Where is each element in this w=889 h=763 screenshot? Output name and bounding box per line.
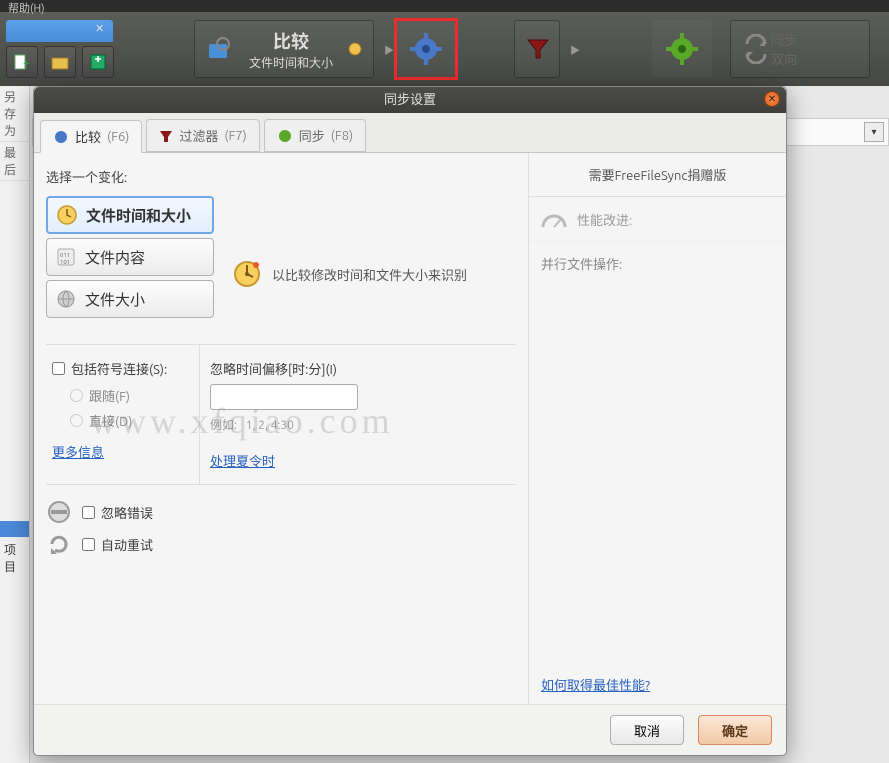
path-dropdown-icon[interactable]: ▾ [864,122,884,142]
clock-large-icon [232,259,262,289]
ignore-errors-checkbox[interactable]: 忽略错误 [82,503,153,522]
clock-small-icon [347,41,363,57]
auto-retry-input[interactable] [82,538,95,551]
gear-blue-icon [409,32,443,66]
dialog-title-text: 同步设置 [384,93,436,107]
auto-retry-checkbox[interactable]: 自动重试 [82,535,153,554]
tab-compare[interactable]: 比较 (F6) [40,120,142,153]
sync-button[interactable]: 同步 双向 [730,20,870,78]
dialog-tabs: 比较 (F6) 过滤器 (F7) 同步 (F8) [34,113,786,153]
tab-filter-label: 过滤器 [179,126,218,145]
symlink-follow-input [70,389,83,402]
symlink-direct-radio[interactable]: 直接(D) [70,411,193,430]
save-button[interactable] [82,46,114,78]
main-toolbar: ✕ + 比较 文件时间和大小 ▶ ▶ [0,12,889,86]
doc-plus-icon: + [13,53,31,71]
side-column: 另存为 最后 项目 [0,86,30,763]
last-label: 最后 [0,142,29,181]
option-time-size[interactable]: 文件时间和大小 [46,196,214,234]
compare-button[interactable]: 比较 文件时间和大小 [194,20,374,78]
symlink-direct-label: 直接(D) [89,411,132,430]
select-change-label: 选择一个变化: [46,167,516,186]
donate-label: 需要FreeFileSync捐赠版 [529,153,786,197]
folder-arrow-icon [51,53,69,71]
stop-icon [46,499,72,525]
option-content-label: 文件内容 [85,247,145,268]
option-size[interactable]: 文件大小 [46,280,214,318]
saveas-label: 另存为 [0,86,29,142]
sync-label: 同步 [771,30,797,49]
ok-button[interactable]: 确定 [698,715,772,745]
compare-settings-button[interactable] [396,20,456,78]
sync-arrows-icon [741,34,771,64]
compare-label: 比较 [249,28,333,54]
tab-compare-key: (F6) [107,130,129,144]
option-content[interactable]: 011101 文件内容 [46,238,214,276]
perf-link[interactable]: 如何取得最佳性能? [541,675,650,694]
example-prefix: 例如: [210,419,237,432]
symlink-checkbox-input[interactable] [52,362,65,375]
offset-label: 忽略时间偏移[时:分](I) [210,359,506,378]
filter-button[interactable] [514,20,560,78]
ignore-errors-label: 忽略错误 [101,503,153,522]
arrow-icon: ▶ [384,42,394,57]
gear-green-icon [665,32,699,66]
symlink-checkbox[interactable]: 包括符号连接(S): [52,359,193,378]
panel-close-icon[interactable]: ✕ [95,22,109,36]
tab-filter-key: (F7) [224,129,246,143]
dst-link[interactable]: 处理夏令时 [210,451,275,470]
tab-sync-label: 同步 [299,126,325,145]
option-size-label: 文件大小 [85,289,145,310]
svg-text:+: + [23,57,30,70]
funnel-icon [525,36,549,62]
symlink-follow-radio[interactable]: 跟随(F) [70,386,193,405]
blue-strip [0,521,29,537]
sync-settings-dialog: 同步设置 ✕ 比较 (F6) 过滤器 (F7) 同步 (F8) 选择一个变化: [33,86,787,756]
option-time-size-label: 文件时间和大小 [86,205,191,226]
sync-sub: 双向 [771,49,797,68]
tab-sync-key: (F8) [331,129,353,143]
item-label: 项目 [0,537,29,579]
svg-text:011: 011 [60,252,70,259]
symlink-label: 包括符号连接(S): [71,359,167,378]
binary-icon: 011101 [55,246,77,268]
more-info-link[interactable]: 更多信息 [52,442,104,461]
example-value: 1, 2, 4:30 [246,419,294,432]
auto-retry-label: 自动重试 [101,535,153,554]
gear-blue-small-icon [53,129,69,145]
main-menu-help[interactable]: 帮助(H) [0,0,889,12]
arrow-icon: ▶ [570,42,580,57]
offset-input[interactable] [210,384,358,410]
ignore-errors-input[interactable] [82,506,95,519]
new-button[interactable]: + [6,46,38,78]
disk-arrows-icon [89,53,107,71]
symlink-follow-label: 跟随(F) [89,386,130,405]
sync-settings-button[interactable] [652,20,712,78]
side-panel-header: ✕ [6,20,113,42]
svg-text:101: 101 [60,259,70,266]
tab-sync[interactable]: 同步 (F8) [264,119,366,152]
gauge-icon [541,209,567,229]
symlink-direct-input [70,414,83,427]
compare-sub: 文件时间和大小 [249,54,333,71]
parallel-label: 并行文件操作: [541,258,622,272]
retry-icon [46,531,72,557]
dialog-close-button[interactable]: ✕ [764,91,780,107]
open-button[interactable] [44,46,76,78]
dialog-title: 同步设置 ✕ [34,87,786,113]
perf-label: 性能改进: [577,210,632,229]
tab-compare-label: 比较 [75,127,101,146]
funnel-small-icon [159,129,173,143]
gear-green-small-icon [277,128,293,144]
globe-icon [55,288,77,310]
option-description: 以比较修改时间和文件大小来识别 [272,265,467,284]
cancel-button[interactable]: 取消 [610,715,684,745]
magnifier-folder-icon [205,34,235,64]
tab-filter[interactable]: 过滤器 (F7) [146,119,259,152]
clock-icon [56,204,78,226]
